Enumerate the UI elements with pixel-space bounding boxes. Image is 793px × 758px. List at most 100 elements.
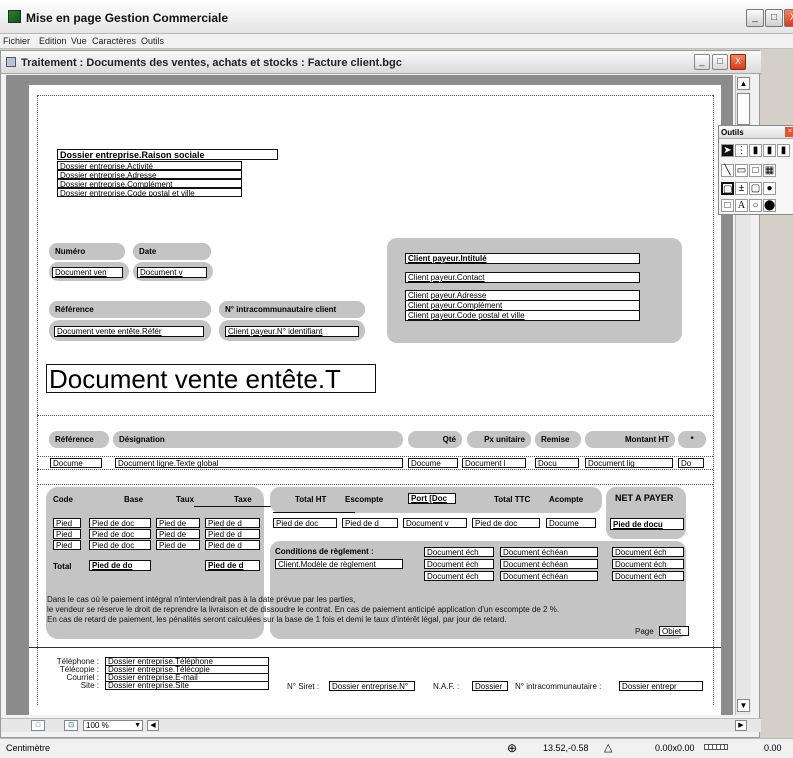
- zoom-icon[interactable]: ⊡: [64, 720, 78, 731]
- line-pu-field[interactable]: Document l: [462, 458, 526, 468]
- tax-taxe-field-1[interactable]: Pied de d: [205, 518, 260, 528]
- field-tool-icon[interactable]: ▭: [735, 164, 748, 177]
- echeance-field-b3[interactable]: Document échéan: [500, 571, 598, 581]
- echeance-field-c3[interactable]: Document éch: [612, 571, 684, 581]
- maximize-icon[interactable]: □: [765, 9, 783, 27]
- menu-edition[interactable]: Edition: [39, 36, 67, 46]
- rounded-rect-tool-icon[interactable]: ▢: [749, 182, 762, 195]
- bar-tool-2-icon[interactable]: ▮: [763, 144, 776, 157]
- intracom-field[interactable]: Client payeur.N° identifiant: [225, 326, 359, 337]
- date-field[interactable]: Document v: [137, 267, 207, 278]
- intra-field[interactable]: Dossier entrepr: [619, 681, 703, 691]
- escompte-field[interactable]: Pied de d: [342, 518, 398, 528]
- net-a-payer-field[interactable]: Pied de docu: [610, 518, 684, 530]
- zoom-select[interactable]: 100 % ▼: [83, 720, 143, 731]
- acompte-field[interactable]: Docume: [546, 518, 596, 528]
- menu-fichier[interactable]: Fichier: [3, 36, 30, 46]
- page-view-icon[interactable]: □: [31, 720, 45, 731]
- size-readout: 0.00x0.00: [655, 743, 695, 753]
- numero-field[interactable]: Document ven: [52, 267, 123, 278]
- menu-outils[interactable]: Outils: [141, 36, 164, 46]
- close-icon[interactable]: X: [784, 9, 793, 27]
- line-designation-field[interactable]: Document ligne.Texte global: [115, 458, 403, 468]
- ellipse-filled-tool-icon[interactable]: ⬤: [763, 199, 776, 212]
- line-tool-icon[interactable]: ╲: [721, 164, 734, 177]
- text-tool-icon[interactable]: A: [735, 199, 748, 212]
- line-reference-field[interactable]: Docume: [50, 458, 102, 468]
- scroll-up-icon[interactable]: ▲: [737, 77, 750, 90]
- bar-tool-3-icon[interactable]: ▮: [777, 144, 790, 157]
- port-value-field[interactable]: Document v: [403, 518, 467, 528]
- arrow-tool-icon[interactable]: ➤: [721, 144, 734, 157]
- menu-caracteres[interactable]: Caractères: [92, 36, 136, 46]
- line-qte-field[interactable]: Docume: [408, 458, 458, 468]
- minimize-icon[interactable]: _: [746, 9, 764, 27]
- site-field[interactable]: Dossier entreprise.Site: [105, 681, 269, 690]
- tax-code-field-1[interactable]: Pied: [53, 518, 81, 528]
- echeance-field-b2[interactable]: Document échéan: [500, 559, 598, 569]
- bar-tool-icon[interactable]: ▮: [749, 144, 762, 157]
- tax-taxe-field-2[interactable]: Pied de d: [205, 529, 260, 539]
- client-contact-field[interactable]: Client payeur.Contact: [405, 272, 640, 283]
- guide-tool-icon[interactable]: ⋮: [735, 144, 748, 157]
- document-title: Traitement : Documents des ventes, achat…: [21, 57, 402, 69]
- tax-taxe-field-3[interactable]: Pied de d: [205, 540, 260, 550]
- line-remise-field[interactable]: Docu: [535, 458, 579, 468]
- frame-tool-icon[interactable]: ▢: [721, 182, 734, 195]
- company-complement-field[interactable]: Dossier entreprise.Complément: [57, 179, 242, 188]
- guide-top: [37, 95, 713, 96]
- total-ht-field[interactable]: Pied de doc: [273, 518, 337, 528]
- angle-readout: 0.00: [764, 743, 782, 753]
- reglement-label: Conditions de règlement :: [275, 547, 374, 556]
- ellipse-tool-icon[interactable]: ○: [749, 199, 762, 212]
- reglement-modele-field[interactable]: Client.Modèle de règlement: [275, 559, 403, 569]
- tax-taux-field-1[interactable]: Pied de: [156, 518, 200, 528]
- scroll-thumb[interactable]: [737, 93, 750, 125]
- total-taxe-field[interactable]: Pied de d: [205, 560, 260, 571]
- echeance-field-c1[interactable]: Document éch: [612, 547, 684, 557]
- reference-field[interactable]: Document vente entête.Référ: [54, 326, 204, 337]
- menubar: Fichier Edition Vue Caractères Outils: [0, 34, 793, 49]
- echeance-field-a1[interactable]: Document éch: [424, 547, 494, 557]
- port-field[interactable]: Port [Doc: [408, 493, 456, 504]
- tax-base-field-3[interactable]: Pied de doc: [89, 540, 151, 550]
- menu-vue[interactable]: Vue: [71, 36, 87, 46]
- line-star-field[interactable]: Do: [678, 458, 704, 468]
- company-raison-field[interactable]: Dossier entreprise.Raison sociale: [57, 149, 278, 160]
- tax-base-field-2[interactable]: Pied de doc: [89, 529, 151, 539]
- company-activite-field[interactable]: Dossier entreprise.Activité: [57, 161, 242, 170]
- company-adresse-field[interactable]: Dossier entreprise.Adresse: [57, 170, 242, 179]
- line-montant-field[interactable]: Document lig: [585, 458, 673, 468]
- doc-minimize-icon[interactable]: _: [694, 54, 710, 70]
- ellipse-fill-tool-icon[interactable]: ●: [763, 182, 776, 195]
- calc-tool-icon[interactable]: ±: [735, 182, 748, 195]
- client-cpville-field[interactable]: Client payeur.Code postal et ville: [405, 310, 640, 321]
- company-cpville-field[interactable]: Dossier entreprise.Code postal et ville: [57, 188, 242, 197]
- tools-close-icon[interactable]: ×: [785, 127, 793, 137]
- client-intitule-field[interactable]: Client payeur.Intitulé: [405, 253, 640, 264]
- echeance-field-c2[interactable]: Document éch: [612, 559, 684, 569]
- scroll-right-icon[interactable]: ▶: [735, 720, 747, 731]
- tax-taux-field-3[interactable]: Pied de: [156, 540, 200, 550]
- doc-close-icon[interactable]: X: [730, 54, 746, 70]
- tax-code-field-2[interactable]: Pied: [53, 529, 81, 539]
- total-base-field[interactable]: Pied de do: [89, 560, 151, 571]
- scroll-down-icon[interactable]: ▼: [737, 699, 750, 712]
- tax-base-field-1[interactable]: Pied de doc: [89, 518, 151, 528]
- siret-field[interactable]: Dossier entreprise.N°: [329, 681, 415, 691]
- tax-taux-field-2[interactable]: Pied de: [156, 529, 200, 539]
- echeance-field-a3[interactable]: Document éch: [424, 571, 494, 581]
- box-tool-icon[interactable]: □: [721, 199, 734, 212]
- naf-field[interactable]: Dossier: [472, 681, 508, 691]
- doc-maximize-icon[interactable]: □: [712, 54, 728, 70]
- echeance-field-b1[interactable]: Document échéan: [500, 547, 598, 557]
- tax-code-field-3[interactable]: Pied: [53, 540, 81, 550]
- rectangle-tool-icon[interactable]: □: [749, 164, 762, 177]
- total-ttc-field[interactable]: Pied de doc: [472, 518, 540, 528]
- pattern-tool-icon[interactable]: ▦: [763, 164, 776, 177]
- scroll-left-icon[interactable]: ◀: [147, 720, 159, 731]
- page-number-field[interactable]: Objet: [659, 626, 689, 636]
- document-title-field[interactable]: Document vente entête.T: [46, 364, 376, 393]
- horizontal-scrollbar[interactable]: □ ⊡ 100 % ▼ ◀ ▶: [1, 718, 761, 732]
- echeance-field-a2[interactable]: Document éch: [424, 559, 494, 569]
